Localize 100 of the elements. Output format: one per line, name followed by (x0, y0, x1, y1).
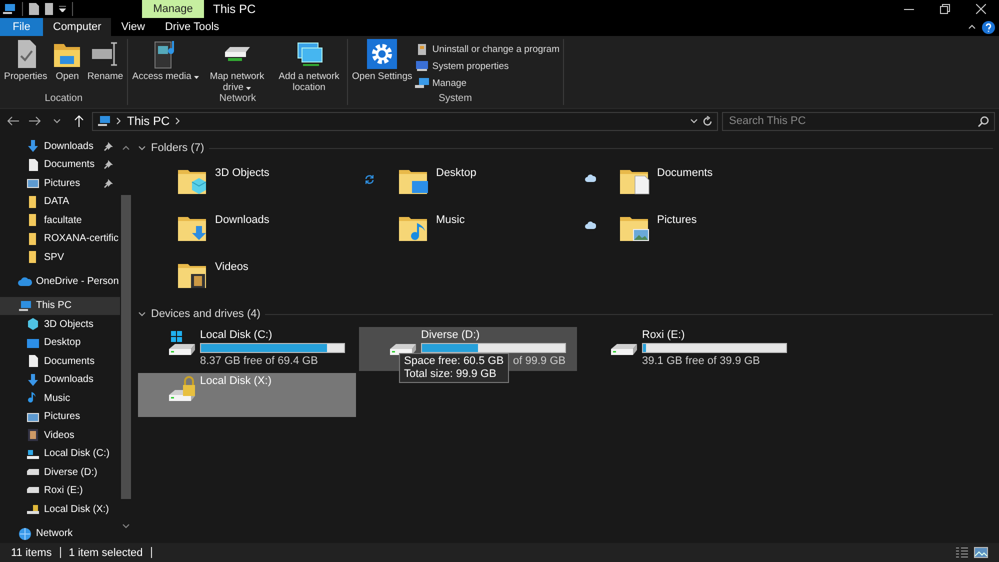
sidebar-item[interactable]: Diverse (D:) (0, 462, 120, 482)
computer-manage-icon (415, 76, 430, 90)
drive-tile[interactable]: Local Disk (C:) 8.37 GB free of 69.4 GB (138, 327, 356, 371)
collapse-chevron-icon (138, 144, 146, 152)
group-label: Location (44, 93, 84, 105)
sidebar-item[interactable]: Videos (0, 426, 120, 444)
search-icon[interactable] (978, 116, 989, 126)
sidebar-item[interactable]: Roxi (E:) (0, 481, 120, 500)
details-view-icon[interactable] (956, 547, 968, 558)
sidebar-item[interactable]: This PC (0, 296, 120, 316)
document-icon (26, 354, 40, 368)
sidebar-item[interactable]: Desktop (0, 334, 120, 352)
ribbon-button[interactable]: Open Settings (351, 39, 414, 93)
ribbon-button[interactable]: Add a network location (274, 39, 344, 93)
settings-gear-icon (366, 38, 398, 70)
drive-name: Local Disk (X:) (200, 375, 272, 387)
folder-name[interactable]: Desktop (436, 167, 476, 179)
film-icon (26, 428, 40, 442)
drive-tile[interactable]: Roxi (E:) 39.1 GB free of 39.9 GB (580, 327, 798, 371)
pin-icon (104, 178, 113, 188)
sidebar-item[interactable]: 3D Objects (0, 315, 120, 334)
address-bar[interactable]: This PC (92, 112, 718, 130)
folder-name[interactable]: Music (436, 214, 465, 226)
ribbon-button[interactable]: Access media (131, 39, 200, 93)
properties-page-icon[interactable] (29, 3, 39, 15)
document-icon (26, 158, 40, 172)
folder-name[interactable]: Videos (215, 261, 248, 273)
scroll-down-icon (122, 522, 130, 530)
scrollbar-thumb[interactable] (121, 195, 131, 499)
folder-name[interactable]: Documents (657, 167, 713, 179)
hard-drive-icon (26, 468, 40, 476)
minimize-icon[interactable] (904, 8, 914, 10)
ribbon-tab[interactable]: View (111, 18, 155, 36)
pin-icon (104, 142, 113, 151)
drive-name: Diverse (D:) (421, 329, 481, 341)
sidebar-item[interactable]: OneDrive - Person (0, 272, 120, 291)
picture-icon (26, 176, 40, 190)
folder-name[interactable]: Pictures (657, 214, 697, 226)
sidebar-item[interactable]: ROXANA-certific (0, 229, 120, 248)
download-arrow-icon (26, 139, 40, 154)
ribbon-button[interactable]: Map network drive (202, 39, 272, 93)
drive-space-text: 39.1 GB free of 39.9 GB (642, 355, 760, 367)
hard-drive-icon (26, 487, 40, 494)
collapse-chevron-icon (138, 310, 146, 318)
tiles-view-icon[interactable] (974, 547, 988, 558)
refresh-icon[interactable] (702, 116, 713, 126)
window-title: This PC (213, 2, 256, 16)
back-icon[interactable] (7, 116, 19, 126)
sidebar-item[interactable]: Documents (0, 352, 120, 371)
help-icon[interactable] (982, 20, 995, 34)
sidebar-item[interactable]: facultate (0, 210, 120, 230)
drive-name: Local Disk (C:) (200, 329, 274, 341)
network-globe-icon (18, 526, 32, 541)
ribbon-button[interactable]: Rename (86, 39, 124, 93)
hard-drive-icon (610, 343, 638, 356)
ribbon-button[interactable]: Manage (415, 76, 560, 90)
network-drive-icon (224, 46, 251, 62)
cloud-icon (18, 274, 32, 289)
windows-drive-icon (168, 329, 196, 356)
sidebar-item[interactable]: DATA (0, 192, 120, 211)
section-heading[interactable]: Devices and drives (4) (151, 308, 260, 320)
ribbon-button[interactable]: Open (50, 39, 84, 93)
up-arrow-icon[interactable] (74, 115, 84, 127)
sidebar-item[interactable]: Pictures (0, 408, 120, 426)
ribbon-button[interactable]: System properties (415, 59, 560, 73)
sidebar-item[interactable]: Music (0, 389, 120, 408)
drive-space-text: of 99.9 GB (513, 355, 566, 367)
restore-icon[interactable] (940, 4, 950, 14)
sidebar-item[interactable]: Local Disk (X:) (0, 500, 120, 518)
sidebar-item[interactable]: Downloads (0, 137, 120, 156)
drive-tile[interactable]: Local Disk (X:) (138, 373, 356, 417)
chevron-down-icon (690, 117, 698, 125)
ribbon-tab[interactable]: Drive Tools (154, 18, 230, 36)
folder-name[interactable]: 3D Objects (215, 167, 270, 179)
sidebar-item[interactable]: SPV (0, 248, 120, 266)
selection-count: 1 item selected (68, 546, 143, 558)
ribbon-tab[interactable]: Computer (43, 18, 112, 36)
section-heading[interactable]: Folders (7) (151, 142, 204, 154)
locked-drive-icon (168, 375, 196, 402)
sidebar-item[interactable]: Documents (0, 155, 120, 174)
group-label: System (438, 93, 473, 105)
sidebar-item[interactable]: Pictures (0, 174, 120, 192)
pin-icon (104, 160, 113, 170)
chevron-icon (174, 117, 182, 125)
file-menu-tab[interactable]: File (0, 18, 43, 36)
sidebar-item[interactable]: Local Disk (C:) (0, 444, 120, 463)
breadcrumb[interactable]: This PC (127, 114, 170, 128)
ribbon-button[interactable]: Properties (3, 39, 48, 93)
computer-properties-icon (415, 59, 430, 73)
ribbon-button[interactable]: Uninstall or change a program (415, 42, 560, 56)
sidebar-item[interactable]: Network (0, 524, 120, 543)
chevron-icon (115, 117, 123, 125)
caret-icon[interactable] (59, 6, 66, 12)
sidebar-item[interactable]: Downloads (0, 370, 120, 390)
search-field[interactable]: Search This PC (722, 112, 995, 130)
forward-icon[interactable] (29, 116, 41, 126)
tooltip-line: Space free: 60.5 GB (404, 355, 504, 368)
close-icon[interactable] (976, 4, 986, 14)
folder-name[interactable]: Downloads (215, 214, 270, 226)
drive-space-text: 8.37 GB free of 69.4 GB (200, 355, 318, 367)
